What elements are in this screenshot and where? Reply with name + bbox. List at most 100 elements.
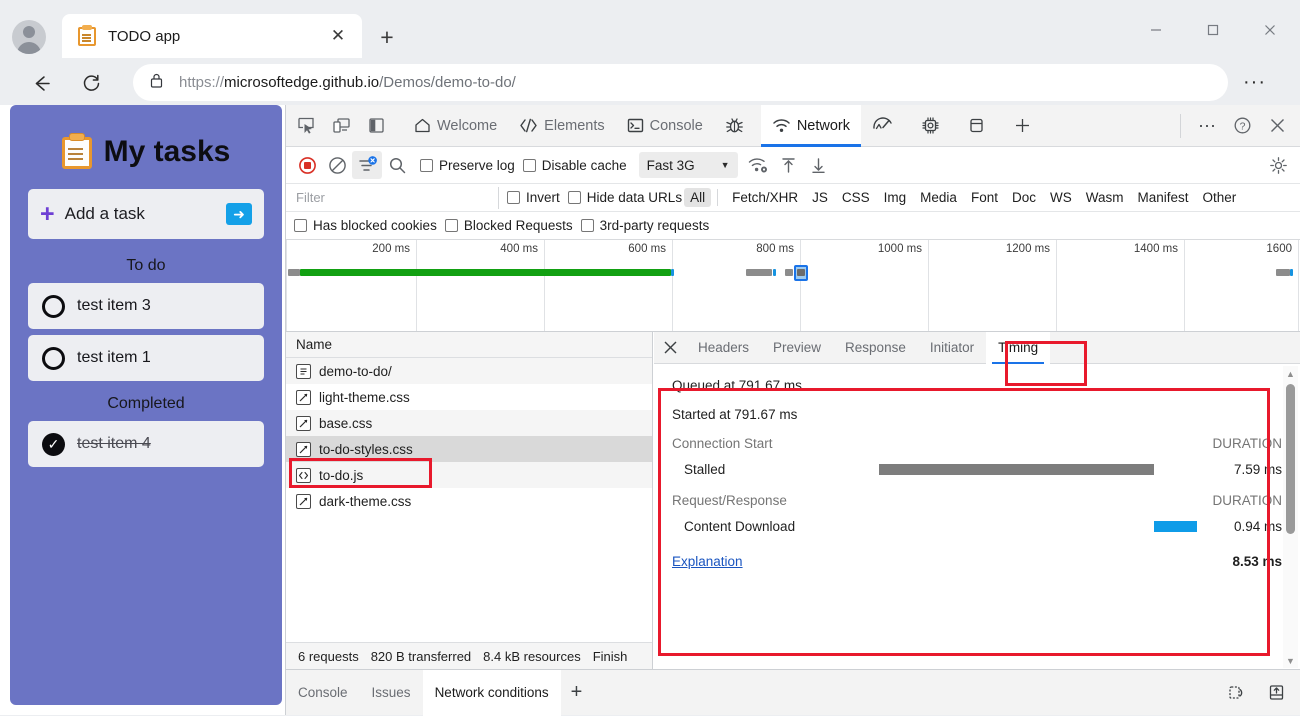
table-row[interactable]: to-do-styles.css — [286, 436, 652, 462]
checkbox-checked-icon[interactable]: ✓ — [42, 433, 65, 456]
checkbox-box[interactable] — [445, 219, 458, 232]
add-panel-icon — [1013, 116, 1032, 135]
close-detail-icon[interactable] — [654, 333, 686, 363]
hide-data-urls-checkbox[interactable]: Hide data URLs — [568, 190, 682, 205]
checkbox-box[interactable] — [420, 159, 433, 172]
filter-type-css[interactable]: CSS — [836, 188, 876, 207]
table-row[interactable]: to-do.js — [286, 462, 652, 488]
device-toolbar-icon[interactable] — [326, 111, 356, 141]
network-conditions-icon[interactable] — [744, 151, 774, 179]
filter-active-icon[interactable] — [352, 151, 382, 179]
dock-drawer-icon[interactable] — [1260, 677, 1292, 709]
timing-scrollbar[interactable]: ▲ ▼ — [1283, 366, 1298, 668]
drawer-tab-issues[interactable]: Issues — [360, 670, 423, 716]
blocked-requests-checkbox[interactable]: Blocked Requests — [445, 218, 573, 233]
filter-type-ws[interactable]: WS — [1044, 188, 1078, 207]
tab-label: Welcome — [437, 118, 497, 134]
drawer-add-tab-button[interactable]: + — [561, 670, 593, 716]
section-label-completed: Completed — [28, 395, 264, 413]
filter-type-doc[interactable]: Doc — [1006, 188, 1042, 207]
filter-type-media[interactable]: Media — [914, 188, 963, 207]
help-icon[interactable]: ? — [1227, 111, 1257, 141]
tab-memory[interactable] — [910, 105, 957, 147]
close-devtools-icon[interactable] — [1262, 111, 1292, 141]
status-requests: 6 requests — [298, 649, 359, 664]
devices-icon[interactable] — [1220, 677, 1252, 709]
filter-type-font[interactable]: Font — [965, 188, 1004, 207]
checkbox-box[interactable] — [294, 219, 307, 232]
filter-type-other[interactable]: Other — [1197, 188, 1243, 207]
dock-side-icon[interactable] — [361, 111, 391, 141]
tab-welcome[interactable]: Welcome — [403, 105, 508, 147]
scroll-down-icon[interactable]: ▼ — [1283, 653, 1298, 668]
search-icon[interactable] — [382, 151, 412, 179]
profile-avatar[interactable] — [12, 20, 46, 54]
disable-cache-checkbox[interactable]: Disable cache — [523, 158, 627, 173]
import-har-icon[interactable] — [774, 151, 804, 179]
invert-checkbox[interactable]: Invert — [507, 190, 560, 205]
new-tab-button[interactable]: + — [372, 22, 402, 52]
task-item[interactable]: test item 3 — [28, 283, 264, 329]
add-panel-button[interactable] — [1002, 105, 1043, 147]
address-bar[interactable]: https://microsoftedge.github.io/Demos/de… — [133, 64, 1228, 101]
filter-type-img[interactable]: Img — [878, 188, 913, 207]
checkbox-box[interactable] — [568, 191, 581, 204]
add-task-input[interactable]: + Add a task ➜ — [28, 189, 264, 239]
table-row[interactable]: base.css — [286, 410, 652, 436]
filter-type-wasm[interactable]: Wasm — [1080, 188, 1130, 207]
window-minimize-button[interactable] — [1133, 10, 1179, 50]
filter-type-all[interactable]: All — [684, 188, 711, 207]
throttle-dropdown[interactable]: Fast 3G ▼ — [639, 152, 738, 178]
checkbox-box[interactable] — [523, 159, 536, 172]
scrollbar-thumb[interactable] — [1286, 384, 1295, 534]
drawer-tab-network-conditions[interactable]: Network conditions — [423, 670, 561, 716]
close-tab-icon[interactable]: ✕ — [324, 22, 352, 50]
window-close-button[interactable] — [1247, 10, 1293, 50]
reload-icon[interactable] — [74, 66, 108, 100]
tab-network[interactable]: Network — [761, 105, 861, 147]
tab-preview[interactable]: Preview — [761, 332, 833, 364]
tab-response[interactable]: Response — [833, 332, 918, 364]
inspect-element-icon[interactable] — [291, 111, 321, 141]
checkbox-box[interactable] — [581, 219, 594, 232]
tab-application[interactable] — [957, 105, 1002, 147]
request-list-column-header[interactable]: Name — [286, 332, 652, 358]
preserve-log-checkbox[interactable]: Preserve log — [420, 158, 515, 173]
scroll-up-icon[interactable]: ▲ — [1283, 366, 1298, 381]
browser-tab[interactable]: TODO app ✕ — [62, 14, 362, 58]
tab-sources-debugger[interactable] — [714, 105, 761, 147]
drawer-tab-console[interactable]: Console — [286, 670, 360, 716]
record-stop-icon[interactable] — [292, 151, 322, 179]
devtools-more-button[interactable]: ··· — [1192, 111, 1222, 141]
tab-timing[interactable]: Timing — [986, 332, 1050, 364]
checkbox-box[interactable] — [507, 191, 520, 204]
window-maximize-button[interactable] — [1190, 10, 1236, 50]
task-item[interactable]: ✓ test item 4 — [28, 421, 264, 467]
third-party-requests-checkbox[interactable]: 3rd-party requests — [581, 218, 710, 233]
tab-initiator[interactable]: Initiator — [918, 332, 986, 364]
has-blocked-cookies-checkbox[interactable]: Has blocked cookies — [294, 218, 437, 233]
browser-more-button[interactable]: ··· — [1243, 71, 1266, 94]
task-item[interactable]: test item 1 — [28, 335, 264, 381]
gear-icon[interactable] — [1264, 151, 1292, 179]
export-har-icon[interactable] — [804, 151, 834, 179]
clear-network-log-icon[interactable] — [322, 151, 352, 179]
filter-type-js[interactable]: JS — [806, 188, 834, 207]
tab-performance[interactable] — [861, 105, 910, 147]
network-overview-timeline[interactable]: 200 ms 400 ms 600 ms 800 ms 1000 ms 1200… — [286, 240, 1300, 332]
overview-tick: 400 ms — [500, 243, 542, 255]
filter-type-manifest[interactable]: Manifest — [1131, 188, 1194, 207]
filter-input[interactable] — [294, 187, 499, 209]
table-row[interactable]: dark-theme.css — [286, 488, 652, 514]
arrow-right-icon[interactable]: ➜ — [226, 203, 252, 225]
checkbox-unchecked-icon[interactable] — [42, 347, 65, 370]
explanation-link[interactable]: Explanation — [672, 554, 743, 569]
table-row[interactable]: light-theme.css — [286, 384, 652, 410]
table-row[interactable]: demo-to-do/ — [286, 358, 652, 384]
tab-elements[interactable]: Elements — [508, 105, 615, 147]
filter-type-fetch-xhr[interactable]: Fetch/XHR — [726, 188, 804, 207]
tab-headers[interactable]: Headers — [686, 332, 761, 364]
tab-console[interactable]: Console — [616, 105, 714, 147]
back-icon[interactable] — [24, 66, 58, 100]
checkbox-unchecked-icon[interactable] — [42, 295, 65, 318]
